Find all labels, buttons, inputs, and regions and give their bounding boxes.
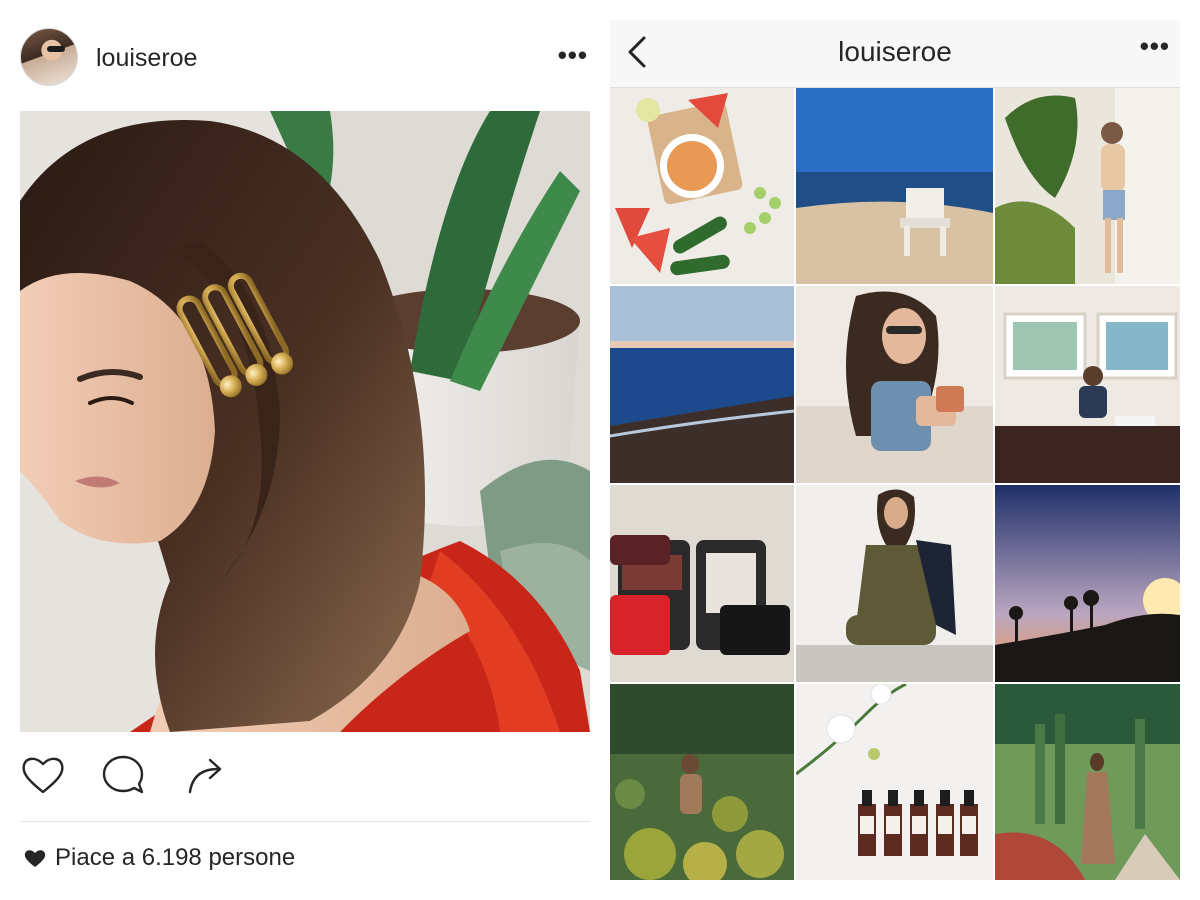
grid-tile-woman-cactus-path[interactable]	[995, 684, 1180, 880]
post-view: louiseroe ••• Piace a 6.198 persone	[0, 0, 600, 900]
grid-tile-woman-crouching-wall[interactable]	[796, 485, 993, 682]
post-divider	[20, 821, 590, 822]
comment-bubble-icon[interactable]	[100, 752, 146, 798]
grid-tile-woman-walking-garden[interactable]	[995, 88, 1180, 284]
profile-title: louiseroe	[838, 36, 952, 67]
profile-view: louiseroe •••	[610, 20, 1180, 880]
likes-count: Piace a 6.198 persone	[55, 844, 296, 871]
grid-tile-gazpacho-watermelon-flatlay[interactable]	[610, 88, 794, 284]
post-actions	[20, 752, 590, 802]
grid-tile-packed-suitcase-flatlay[interactable]	[610, 485, 794, 682]
post-photo-illustration	[20, 111, 590, 732]
grid-tile-woman-cactus-garden[interactable]	[610, 684, 794, 880]
likes-row[interactable]: Piace a 6.198 persone	[24, 843, 295, 873]
post-header: louiseroe •••	[20, 28, 590, 90]
grid-tile-ocean-dusk-shoreline[interactable]	[610, 286, 794, 483]
heart-filled-icon	[24, 850, 46, 867]
grid-tile-woman-desk-artwork[interactable]	[995, 286, 1180, 483]
share-arrow-icon[interactable]	[184, 752, 230, 798]
post-photo[interactable]	[20, 111, 590, 732]
profile-more-options-icon[interactable]: •••	[1140, 33, 1170, 59]
grid-tile-sunset-palm-silhouettes[interactable]	[995, 485, 1180, 682]
heart-outline-icon[interactable]	[20, 752, 66, 798]
post-username[interactable]: louiseroe	[96, 44, 197, 73]
grid-tile-woman-sunglasses-sofa[interactable]	[796, 286, 993, 483]
profile-nav-bar: louiseroe •••	[610, 20, 1180, 88]
photo-grid	[610, 88, 1180, 880]
avatar[interactable]	[20, 28, 78, 86]
avatar-sunglasses	[47, 46, 65, 52]
post-more-options-icon[interactable]: •••	[558, 42, 588, 68]
grid-tile-serum-bottles-flowers[interactable]	[796, 684, 993, 880]
grid-tile-beach-adirondack-chair[interactable]	[796, 88, 993, 284]
